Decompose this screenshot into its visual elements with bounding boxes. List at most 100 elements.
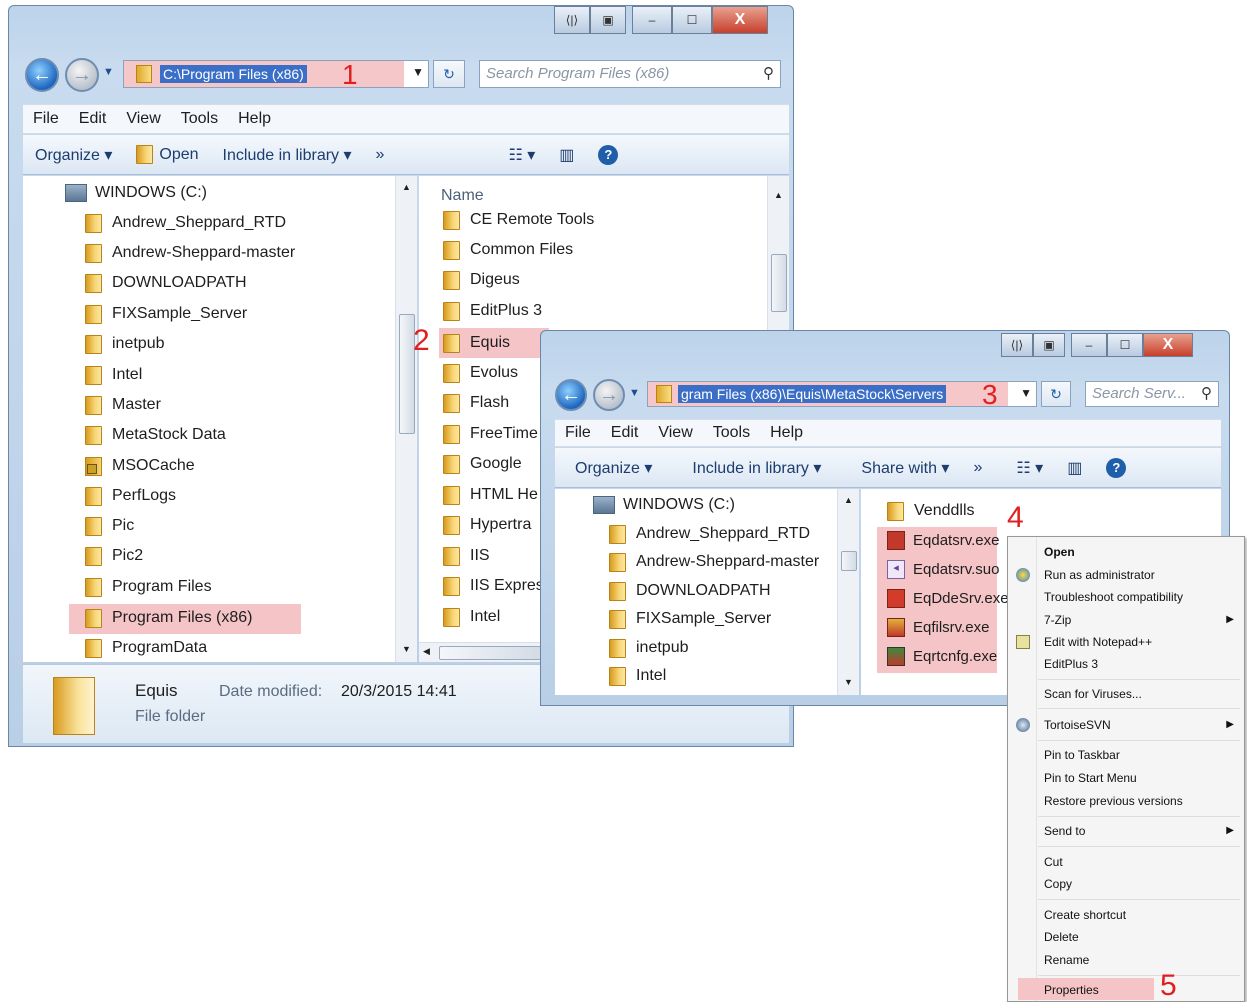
- menu-tools[interactable]: Tools: [171, 105, 228, 133]
- file-item[interactable]: EditPlus 3: [443, 297, 542, 325]
- minimize-button[interactable]: –: [632, 6, 672, 34]
- file-item-selected[interactable]: ◂ Eqdatsrv.suo: [887, 555, 999, 583]
- tree-scroll-thumb[interactable]: [841, 551, 857, 571]
- file-item[interactable]: Hypertra: [443, 511, 531, 539]
- organize-button[interactable]: Organize ▾: [23, 145, 124, 165]
- open-button[interactable]: Open: [124, 145, 210, 164]
- scroll-up-icon[interactable]: ▲: [402, 182, 411, 192]
- menu-item-pin-to-start-menu[interactable]: Pin to Start Menu: [1044, 771, 1137, 785]
- file-item-selected[interactable]: Eqfilsrv.exe: [887, 613, 989, 641]
- file-item-equis[interactable]: Equis: [443, 329, 510, 357]
- scroll-up-icon[interactable]: ▲: [774, 190, 783, 200]
- address-dropdown-icon[interactable]: ▼: [1020, 386, 1032, 400]
- file-item-selected[interactable]: Eqrtcnfg.exe: [887, 642, 997, 670]
- tree-item[interactable]: Master: [85, 391, 161, 419]
- menu-item-cut[interactable]: Cut: [1044, 855, 1063, 869]
- refresh-button[interactable]: ↻: [433, 60, 465, 88]
- search-input[interactable]: Search Serv... ⚲: [1085, 381, 1219, 407]
- tree-item-drive[interactable]: WINDOWS (C:): [593, 491, 735, 519]
- menu-item-run-as-administrator[interactable]: Run as administrator: [1044, 568, 1155, 582]
- tree-item-selected[interactable]: Program Files (x86): [85, 604, 252, 632]
- view-options-icon[interactable]: ☷ ▾: [496, 145, 547, 165]
- file-item[interactable]: Evolus: [443, 359, 518, 387]
- tree-item[interactable]: Program Files: [85, 573, 212, 601]
- window-extra-button[interactable]: ⟨|⟩: [1001, 333, 1033, 357]
- more-commands-button[interactable]: »: [961, 459, 994, 477]
- scroll-left-icon[interactable]: ◀: [423, 646, 430, 657]
- tree-item[interactable]: PerfLogs: [85, 482, 176, 510]
- menu-item-edit-with-notepad[interactable]: Edit with Notepad++: [1044, 635, 1152, 649]
- back-button[interactable]: ←: [25, 58, 59, 92]
- menu-help[interactable]: Help: [228, 105, 281, 133]
- horizontal-scroll-thumb[interactable]: [439, 646, 541, 660]
- forward-button[interactable]: →: [593, 379, 625, 411]
- menu-item-open[interactable]: Open: [1044, 545, 1075, 559]
- address-dropdown-icon[interactable]: ▼: [412, 65, 424, 79]
- preview-pane-icon[interactable]: ▥: [547, 145, 586, 165]
- menu-item-rename[interactable]: Rename: [1044, 953, 1089, 967]
- tree-item[interactable]: Pic2: [85, 542, 143, 570]
- include-in-library-button[interactable]: Include in library ▾: [664, 458, 833, 478]
- help-icon[interactable]: ?: [586, 144, 630, 165]
- share-with-button[interactable]: Share with ▾: [833, 458, 961, 478]
- file-item-selected[interactable]: EqDdeSrv.exe: [887, 584, 1009, 612]
- tree-item[interactable]: DOWNLOADPATH: [85, 269, 247, 297]
- column-header-name[interactable]: Name: [441, 187, 484, 205]
- menu-item-copy[interactable]: Copy: [1044, 877, 1072, 891]
- file-item[interactable]: FreeTime: [443, 420, 538, 448]
- file-item[interactable]: IIS: [443, 542, 490, 570]
- close-button[interactable]: X: [1143, 333, 1193, 357]
- tree-item[interactable]: MetaStock Data: [85, 421, 226, 449]
- help-icon[interactable]: ?: [1094, 457, 1138, 478]
- recent-pages-dropdown-icon[interactable]: ▼: [629, 387, 640, 399]
- tree-item[interactable]: Pic: [85, 512, 134, 540]
- file-item-selected[interactable]: Eqdatsrv.exe: [887, 526, 999, 554]
- tree-item[interactable]: Andrew_Sheppard_RTD: [85, 209, 286, 237]
- menu-file[interactable]: File: [555, 420, 601, 446]
- menu-item-pin-to-taskbar[interactable]: Pin to Taskbar: [1044, 748, 1120, 762]
- tree-scrollbar[interactable]: ▲ ▼: [837, 489, 859, 695]
- menu-view[interactable]: View: [116, 105, 170, 133]
- tree-item[interactable]: DOWNLOADPATH: [609, 577, 771, 605]
- scroll-down-icon[interactable]: ▼: [402, 644, 411, 654]
- include-in-library-button[interactable]: Include in library ▾: [211, 145, 364, 165]
- file-item[interactable]: HTML He: [443, 481, 538, 509]
- organize-button[interactable]: Organize ▾: [555, 458, 664, 478]
- tree-item[interactable]: Andrew-Sheppard-master: [85, 239, 295, 267]
- menu-file[interactable]: File: [23, 105, 69, 133]
- maximize-button[interactable]: ☐: [1107, 333, 1143, 357]
- scroll-down-icon[interactable]: ▼: [844, 677, 853, 687]
- tree-item[interactable]: FIXSample_Server: [609, 605, 771, 633]
- close-button[interactable]: X: [712, 6, 768, 34]
- file-item[interactable]: Digeus: [443, 266, 520, 294]
- menu-item-editplus[interactable]: EditPlus 3: [1044, 657, 1098, 671]
- file-item[interactable]: IIS Expres: [443, 572, 544, 600]
- file-item[interactable]: Venddlls: [887, 497, 975, 525]
- menu-item-properties[interactable]: Properties: [1044, 983, 1099, 997]
- tree-item[interactable]: inetpub: [609, 634, 689, 662]
- menu-view[interactable]: View: [648, 420, 702, 446]
- tree-item[interactable]: ProgramData: [85, 634, 207, 662]
- tree-item[interactable]: Intel: [609, 662, 666, 690]
- address-bar[interactable]: gram Files (x86)\Equis\MetaStock\Servers…: [647, 379, 1037, 410]
- window-extra-button-2[interactable]: ▣: [590, 6, 626, 34]
- window-extra-button-2[interactable]: ▣: [1033, 333, 1065, 357]
- tree-item[interactable]: Andrew-Sheppard-master: [609, 548, 819, 576]
- menu-item-tortoisesvn[interactable]: TortoiseSVN: [1044, 718, 1111, 732]
- maximize-button[interactable]: ☐: [672, 6, 712, 34]
- menu-item-delete[interactable]: Delete: [1044, 930, 1079, 944]
- menu-item-scan-for-viruses[interactable]: Scan for Viruses...: [1044, 687, 1142, 701]
- minimize-button[interactable]: –: [1071, 333, 1107, 357]
- file-item[interactable]: Common Files: [443, 236, 573, 264]
- menu-item-7zip[interactable]: 7-Zip: [1044, 613, 1071, 627]
- tree-item[interactable]: Intel: [85, 361, 142, 389]
- file-scroll-thumb[interactable]: [771, 254, 787, 312]
- menu-item-send-to[interactable]: Send to: [1044, 824, 1085, 838]
- menu-item-create-shortcut[interactable]: Create shortcut: [1044, 908, 1126, 922]
- tree-item[interactable]: FIXSample_Server: [85, 300, 247, 328]
- menu-help[interactable]: Help: [760, 420, 813, 446]
- tree-scrollbar[interactable]: ▲ ▼: [395, 176, 417, 662]
- view-options-icon[interactable]: ☷ ▾: [1004, 458, 1055, 478]
- tree-item[interactable]: MSOCache: [85, 452, 195, 480]
- tree-item-drive[interactable]: WINDOWS (C:): [65, 179, 207, 207]
